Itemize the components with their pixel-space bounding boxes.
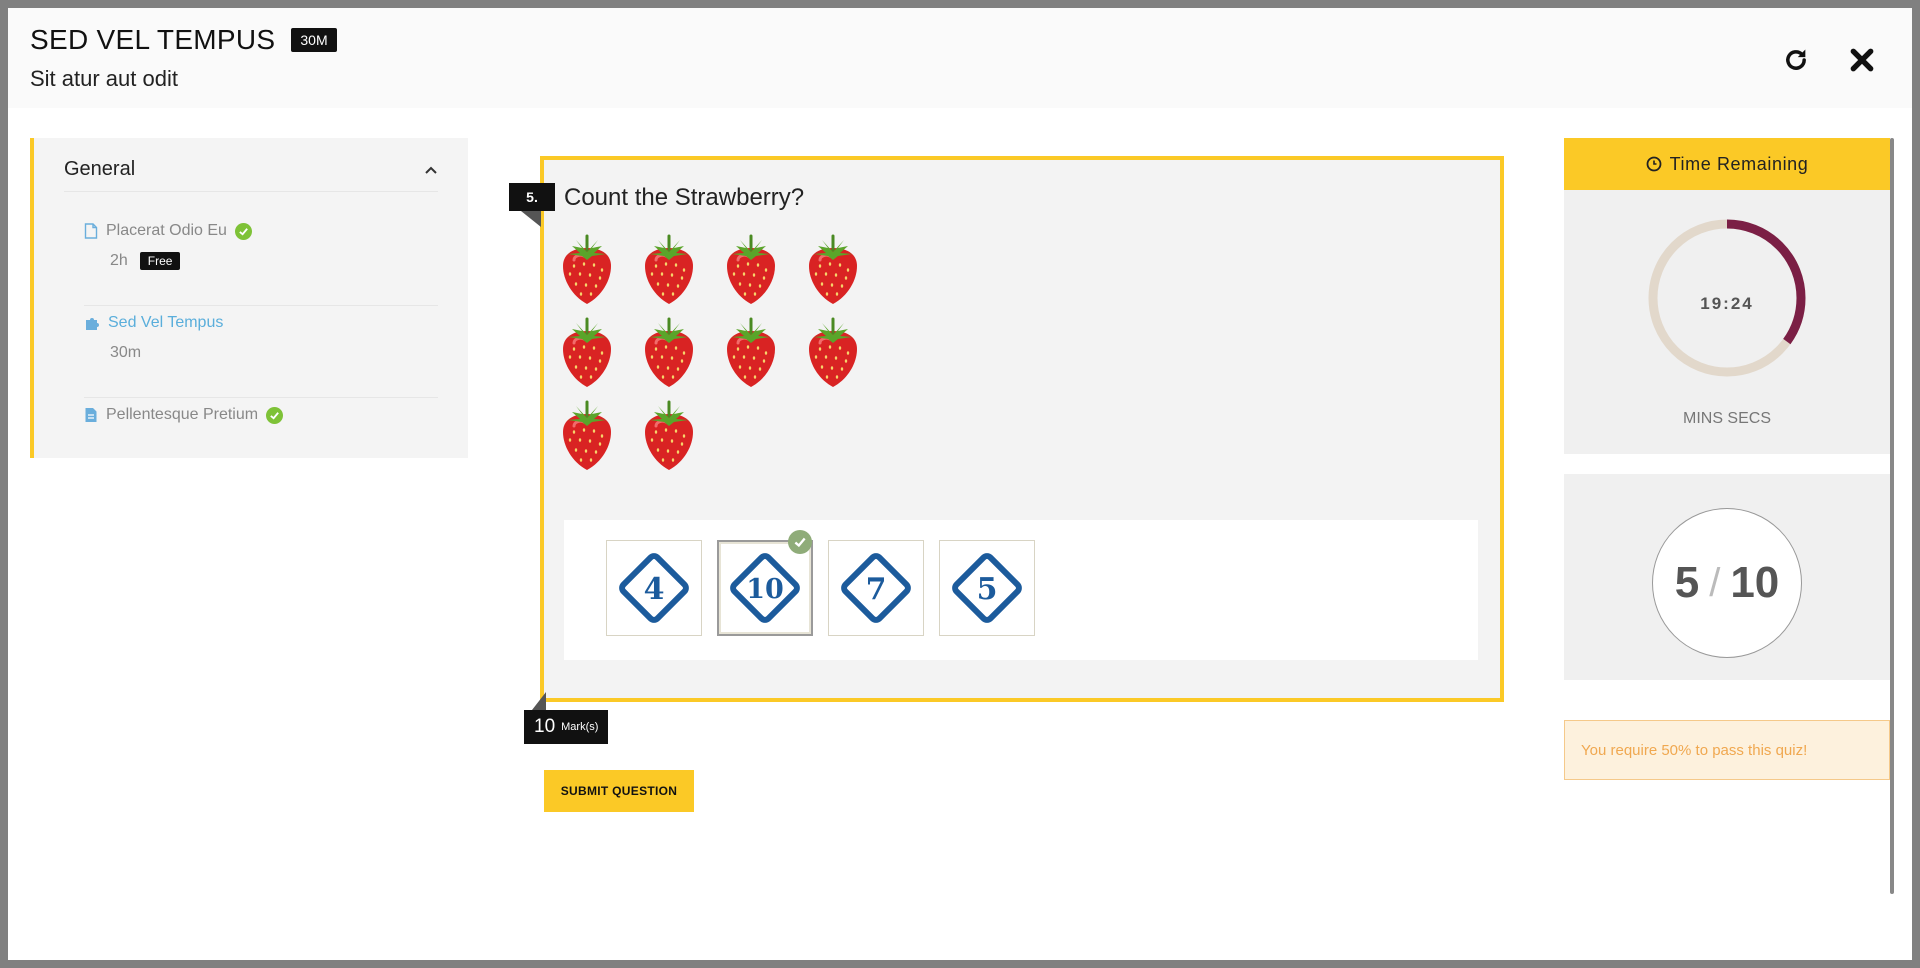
strawberry-icon xyxy=(809,234,857,304)
svg-text:10: 10 xyxy=(746,574,784,605)
quiz-window: SED VEL TEMPUS 30M Sit atur aut odit Gen… xyxy=(8,8,1912,960)
reload-icon xyxy=(1786,49,1806,70)
curriculum-sidebar: General Placerat Odio Eu 2h Free Sed Vel… xyxy=(30,138,468,458)
close-icon xyxy=(1850,48,1874,72)
strawberry-icon xyxy=(563,317,611,387)
section-label: General xyxy=(64,158,136,180)
section-header-general[interactable]: General xyxy=(64,152,438,192)
sidebar-item-placerat-odio-eu[interactable]: Placerat Odio Eu 2h Free xyxy=(84,222,438,306)
free-badge: Free xyxy=(139,252,181,270)
sidebar-item-label: Sed Vel Tempus xyxy=(108,314,224,331)
number-7-diamond-icon: 7 xyxy=(841,553,911,623)
time-remaining-label: Time Remaining xyxy=(1669,153,1809,174)
score-circle: 5 / 10 xyxy=(1652,508,1802,658)
completed-check-icon xyxy=(266,406,284,424)
pass-requirement-notice: You require 50% to pass this quiz! xyxy=(1564,720,1890,780)
strawberry-icon xyxy=(645,317,693,387)
strawberry-image xyxy=(724,234,806,317)
strawberry-image xyxy=(724,317,806,400)
completed-check-icon xyxy=(234,222,252,240)
strawberry-icon xyxy=(563,234,611,304)
reload-button[interactable] xyxy=(1778,42,1814,78)
selected-check-icon xyxy=(788,530,812,554)
strawberry-image xyxy=(560,400,642,483)
marks-unit: Mark(s) xyxy=(561,721,599,733)
strawberry-image xyxy=(642,234,724,317)
page-title: SED VEL TEMPUS xyxy=(30,24,276,55)
page-subtitle: Sit atur aut odit xyxy=(30,66,178,91)
question-text: Count the Strawberry? xyxy=(564,184,805,211)
strawberry-image xyxy=(806,317,888,400)
strawberry-image xyxy=(642,400,724,483)
marks-tail xyxy=(532,692,546,710)
strawberry-image xyxy=(806,234,888,317)
answer-options: 4 10 7 5 xyxy=(564,520,1478,660)
sidebar-item-duration: 2h xyxy=(110,252,128,269)
strawberry-icon xyxy=(809,317,857,387)
answer-option-5[interactable]: 5 xyxy=(939,540,1035,636)
document-filled-icon xyxy=(85,408,97,422)
strawberry-image xyxy=(642,317,724,400)
title-row: SED VEL TEMPUS 30M xyxy=(30,24,337,56)
puzzle-icon xyxy=(86,318,99,330)
strawberry-icon xyxy=(563,400,611,470)
strawberry-icon xyxy=(645,400,693,470)
scrollbar[interactable] xyxy=(1890,138,1894,894)
chevron-up-icon[interactable] xyxy=(424,163,438,177)
strawberry-image xyxy=(560,234,642,317)
marks-badge: 10 Mark(s) xyxy=(524,710,609,744)
number-4-diamond-icon: 4 xyxy=(619,553,689,623)
svg-text:5: 5 xyxy=(977,572,998,607)
score-separator: / xyxy=(1709,560,1721,605)
marks-value: 10 xyxy=(534,716,556,737)
sidebar-item-duration: 30m xyxy=(110,344,142,361)
sidebar-item-pellentesque-pretium[interactable]: Pellentesque Pretium xyxy=(84,406,438,446)
clock-icon xyxy=(1646,156,1662,172)
header: SED VEL TEMPUS 30M Sit atur aut odit xyxy=(8,8,1912,108)
timer-caption: MINS SECS xyxy=(1682,410,1771,427)
score-current: 5 xyxy=(1674,558,1700,607)
sidebar-item-label: Placerat Odio Eu xyxy=(106,222,227,239)
sidebar-item-label: Pellentesque Pretium xyxy=(106,406,259,423)
svg-text:7: 7 xyxy=(866,572,887,607)
score-total: 10 xyxy=(1730,558,1780,607)
number-5-diamond-icon: 5 xyxy=(952,553,1022,623)
strawberry-image xyxy=(560,317,642,400)
answer-option-10[interactable]: 10 xyxy=(717,540,813,636)
sidebar-item-sed-vel-tempus[interactable]: Sed Vel Tempus 30m xyxy=(84,314,438,398)
svg-text:4: 4 xyxy=(644,572,665,607)
answer-option-4[interactable]: 4 xyxy=(606,540,702,636)
strawberry-image-grid xyxy=(560,234,900,483)
number-10-diamond-icon: 10 xyxy=(730,553,800,623)
strawberry-icon xyxy=(727,234,775,304)
question-number: 5. xyxy=(509,183,555,211)
timer-panel: 19:24 MINS SECS xyxy=(1564,190,1890,454)
answer-option-7[interactable]: 7 xyxy=(828,540,924,636)
time-remaining-header: Time Remaining xyxy=(1564,138,1890,190)
strawberry-icon xyxy=(727,317,775,387)
submit-question-button[interactable]: SUBMIT QUESTION xyxy=(544,770,694,812)
close-button[interactable] xyxy=(1844,42,1880,78)
document-icon xyxy=(84,223,98,239)
strawberry-icon xyxy=(645,234,693,304)
timer-value: 19:24 xyxy=(1700,294,1754,313)
duration-badge: 30M xyxy=(291,28,337,52)
score-panel: 5 / 10 xyxy=(1564,474,1890,680)
question-number-tail xyxy=(521,211,541,227)
